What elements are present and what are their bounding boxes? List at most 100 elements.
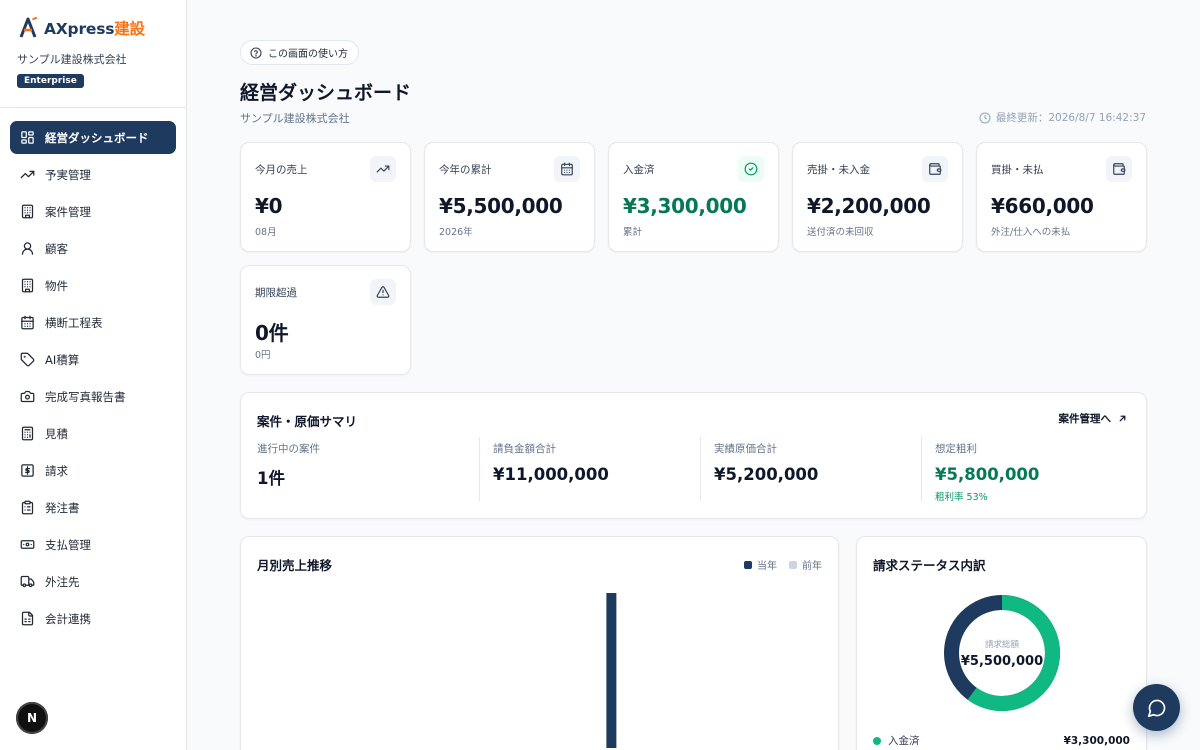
clipboard-icon xyxy=(20,500,35,515)
warning-icon xyxy=(370,279,396,305)
page-title: 経営ダッシュボード xyxy=(240,82,412,104)
chart-title: 月別売上推移 xyxy=(257,558,333,573)
kpi-sub: 0円 xyxy=(255,350,271,361)
sidebar-item-label: 支払管理 xyxy=(45,537,91,552)
legend-swatch-previous xyxy=(789,560,797,569)
metric-expected-profit: 想定粗利 ¥5,800,000 粗利率 53% xyxy=(935,441,1039,503)
status-row-paid: 入金済 ¥3,300,000 xyxy=(873,733,1130,748)
kpi-label: 今月の売上 xyxy=(255,164,308,176)
kpi-overdue-card: 期限超過 0件 0円 xyxy=(240,265,411,375)
sidebar-item-label: 会計連携 xyxy=(45,611,91,626)
metric-divider xyxy=(700,437,701,501)
status-label: 入金済 xyxy=(888,735,920,747)
dashboard-grid-icon xyxy=(20,130,35,145)
sidebar-item-12[interactable]: 外注先 xyxy=(10,563,176,600)
kpi-label: 入金済 xyxy=(623,164,655,176)
calendar-icon xyxy=(554,156,580,182)
kpi-monthly-sales-card: 今月の売上 ¥0 08月 xyxy=(240,142,411,252)
sidebar-item-label: 横断工程表 xyxy=(45,315,103,330)
legend-swatch-current xyxy=(744,560,752,569)
dollar-icon xyxy=(20,463,35,478)
calculator-icon xyxy=(20,426,35,441)
project-cost-summary-card: 案件・原価サマリ 案件管理へ 進行中の案件 1件 請負金額合計 ¥11,000,… xyxy=(240,392,1147,519)
kpi-sub: 送付済の未回収 xyxy=(807,227,874,238)
sidebar-item-7[interactable]: 完成写真報告書 xyxy=(10,378,176,415)
trend-up-icon xyxy=(370,156,396,182)
status-amount: ¥3,300,000 xyxy=(1063,734,1130,747)
legend-previous-label: 前年 xyxy=(802,561,822,572)
legend-previous-year[interactable]: 前年 xyxy=(789,557,822,572)
kpi-value: ¥0 xyxy=(255,194,283,218)
sidebar-item-9[interactable]: 請求 xyxy=(10,452,176,489)
kpi-payable-card: 買掛・未払 ¥660,000 外注/仕入への未払 xyxy=(976,142,1147,252)
arrow-up-right-icon xyxy=(1119,415,1126,422)
last-updated-text: 最終更新：2026/8/7 16:42:37 xyxy=(995,112,1146,124)
sidebar-item-label: 請求 xyxy=(45,463,68,478)
user-avatar[interactable]: N xyxy=(16,702,48,734)
calendar-icon xyxy=(20,315,35,330)
trend-up-icon xyxy=(20,167,35,182)
sidebar: AXpress建設 サンプル建設株式会社 Enterprise 経営ダッシュボー… xyxy=(0,0,187,750)
sidebar-item-10[interactable]: 発注書 xyxy=(10,489,176,526)
sidebar-item-5[interactable]: 横断工程表 xyxy=(10,304,176,341)
kpi-value: ¥2,200,000 xyxy=(807,194,931,218)
truck-icon xyxy=(20,574,35,589)
banknote-icon xyxy=(20,537,35,552)
sidebar-item-6[interactable]: AI積算 xyxy=(10,341,176,378)
sidebar-item-3[interactable]: 顧客 xyxy=(10,230,176,267)
kpi-sub: 外注/仕入への未払 xyxy=(991,227,1071,238)
last-updated: 最終更新：2026/8/7 16:42:37 xyxy=(979,110,1146,125)
wallet-icon xyxy=(1106,156,1132,182)
sidebar-item-label: 外注先 xyxy=(45,574,80,589)
kpi-sub: 累計 xyxy=(623,227,643,238)
user-icon xyxy=(20,241,35,256)
sidebar-item-label: 物件 xyxy=(45,278,68,293)
invoice-status-title: 請求ステータス内訳 xyxy=(873,558,986,573)
metric-label: 進行中の案件 xyxy=(257,443,320,455)
summary-title: 案件・原価サマリ xyxy=(257,414,358,429)
chat-button[interactable] xyxy=(1133,684,1180,731)
sidebar-item-11[interactable]: 支払管理 xyxy=(10,526,176,563)
sidebar-item-1[interactable]: 予実管理 xyxy=(10,156,176,193)
kpi-value: 0件 xyxy=(255,321,289,345)
metric-contract-total: 請負金額合計 ¥11,000,000 xyxy=(493,441,609,503)
kpi-receivable-card: 売掛・未入金 ¥2,200,000 送付済の未回収 xyxy=(792,142,963,252)
metric-label: 実績原価合計 xyxy=(714,443,777,455)
kpi-label: 期限超過 xyxy=(255,287,297,299)
brand-a-icon xyxy=(19,17,38,38)
bar-current-7[interactable] xyxy=(606,593,617,748)
sidebar-item-0[interactable]: 経営ダッシュボード xyxy=(10,121,176,154)
kpi-value: ¥5,500,000 xyxy=(439,194,563,218)
invoice-status-card: 請求ステータス内訳 請求総額 ¥5,500,000 入金済 ¥3,300,000 xyxy=(856,536,1147,750)
company-name: サンプル建設株式会社 xyxy=(17,53,127,66)
brand-logo-link[interactable]: AXpress建設 xyxy=(18,17,145,39)
sidebar-item-8[interactable]: 見積 xyxy=(10,415,176,452)
metric-active-projects: 進行中の案件 1件 xyxy=(257,441,320,503)
metric-divider xyxy=(479,437,480,501)
clock-icon xyxy=(979,112,991,123)
help-button[interactable]: この画面の使い方 xyxy=(240,40,359,65)
building-icon xyxy=(20,278,35,293)
sidebar-item-label: 経営ダッシュボード xyxy=(45,130,149,145)
kpi-label: 買掛・未払 xyxy=(991,164,1044,176)
sidebar-item-2[interactable]: 案件管理 xyxy=(10,193,176,230)
tag-icon xyxy=(20,352,35,367)
kpi-label: 売掛・未入金 xyxy=(807,164,870,176)
metric-value: ¥11,000,000 xyxy=(493,465,609,484)
chat-bubble-icon xyxy=(1147,699,1165,717)
spreadsheet-icon xyxy=(20,611,35,626)
kpi-value: ¥660,000 xyxy=(991,194,1094,218)
project-management-link[interactable]: 案件管理へ xyxy=(1059,411,1129,426)
sidebar-item-4[interactable]: 物件 xyxy=(10,267,176,304)
sidebar-item-label: 案件管理 xyxy=(45,204,91,219)
sidebar-item-label: 発注書 xyxy=(45,500,80,515)
page-subtitle: サンプル建設株式会社 xyxy=(240,112,350,125)
donut-center: 請求総額 ¥5,500,000 xyxy=(943,594,1061,712)
kpi-sub: 2026年 xyxy=(439,227,473,238)
camera-icon xyxy=(20,389,35,404)
kpi-yearly-total-card: 今年の累計 ¥5,500,000 2026年 xyxy=(424,142,595,252)
sidebar-item-13[interactable]: 会計連携 xyxy=(10,600,176,637)
metric-label: 想定粗利 xyxy=(935,443,977,455)
summary-link-label: 案件管理へ xyxy=(1058,413,1112,425)
legend-current-year[interactable]: 当年 xyxy=(744,557,777,572)
